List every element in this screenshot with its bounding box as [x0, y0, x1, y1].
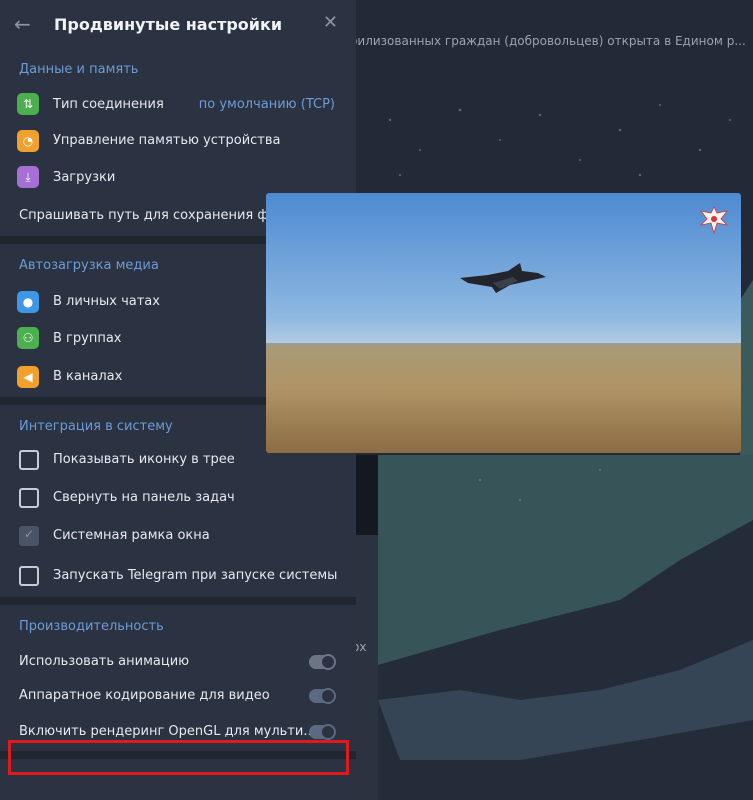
section-title: Данные и память [19, 62, 139, 77]
group-icon: ⚇ [17, 327, 39, 350]
emblem-icon [699, 206, 729, 235]
downloads-row[interactable]: ⤓ Загрузки [0, 159, 356, 196]
user-icon: ● [17, 290, 39, 313]
storage-label: Управление памятью устройства [53, 133, 281, 149]
system-frame-checkbox[interactable] [19, 525, 39, 546]
pie-chart-icon: ◔ [17, 129, 39, 152]
tray-icon-label: Показывать иконку в трее [53, 452, 235, 467]
animation-label: Использовать анимацию [19, 654, 190, 669]
video-field [266, 345, 741, 453]
aircraft-image [460, 263, 546, 293]
hw-encode-row[interactable]: Аппаратное кодирование для видео [0, 679, 356, 713]
arrow-left-icon[interactable]: ← [14, 14, 34, 34]
autostart-checkbox[interactable] [19, 565, 39, 586]
autoload-groups-label: В группах [53, 330, 122, 346]
hw-encode-label: Аппаратное кодирование для видео [19, 688, 270, 703]
section-divider [0, 596, 356, 605]
opengl-label: Включить рендеринг OpenGL для мульти... [19, 724, 316, 739]
connection-type-value: по умолчанию (TCP) [198, 96, 335, 112]
animation-row[interactable]: Использовать анимацию [0, 645, 356, 679]
taskbar-label: Свернуть на панель задач [53, 490, 235, 505]
taskbar-row[interactable]: Свернуть на панель задач [0, 479, 356, 517]
system-frame-label: Системная рамка окна [53, 528, 210, 543]
panel-header: ← Продвинутые настройки ✕ [0, 0, 356, 48]
tray-icon-checkbox[interactable] [19, 449, 39, 470]
highlight-box [8, 740, 349, 775]
section-title: Производительность [19, 618, 164, 634]
video-player[interactable] [266, 193, 741, 453]
animation-toggle[interactable] [309, 653, 336, 670]
download-icon: ⤓ [17, 166, 39, 189]
autoload-channels-label: В каналах [53, 369, 123, 384]
section-performance: Производительность Использовать анимацию… [0, 604, 356, 751]
system-frame-row[interactable]: Системная рамка окна [0, 517, 356, 555]
chat-header-text[interactable]: билизованных граждан (добровольцев) откр… [350, 34, 750, 48]
close-icon[interactable]: ✕ [323, 14, 338, 32]
taskbar-checkbox[interactable] [19, 487, 39, 508]
megaphone-icon: ◀ [17, 365, 39, 388]
ask-path-label: Спрашивать путь для сохранения файл [19, 208, 294, 223]
panel-title: Продвинутые настройки [54, 14, 283, 34]
connection-type-label: Тип соединения [53, 96, 164, 112]
opengl-toggle[interactable] [309, 723, 336, 740]
autoload-private-label: В личных чатах [53, 294, 160, 310]
connection-type-row[interactable]: ⇅ Тип соединения по умолчанию (TCP) [0, 86, 356, 123]
downloads-label: Загрузки [53, 169, 116, 185]
autostart-label: Запускать Telegram при запуске системы [53, 568, 338, 583]
autostart-row[interactable]: Запускать Telegram при запуске системы [0, 555, 356, 597]
arrows-updown-icon: ⇅ [17, 93, 39, 116]
hw-encode-toggle[interactable] [309, 687, 336, 704]
storage-row[interactable]: ◔ Управление памятью устройства [0, 123, 356, 160]
